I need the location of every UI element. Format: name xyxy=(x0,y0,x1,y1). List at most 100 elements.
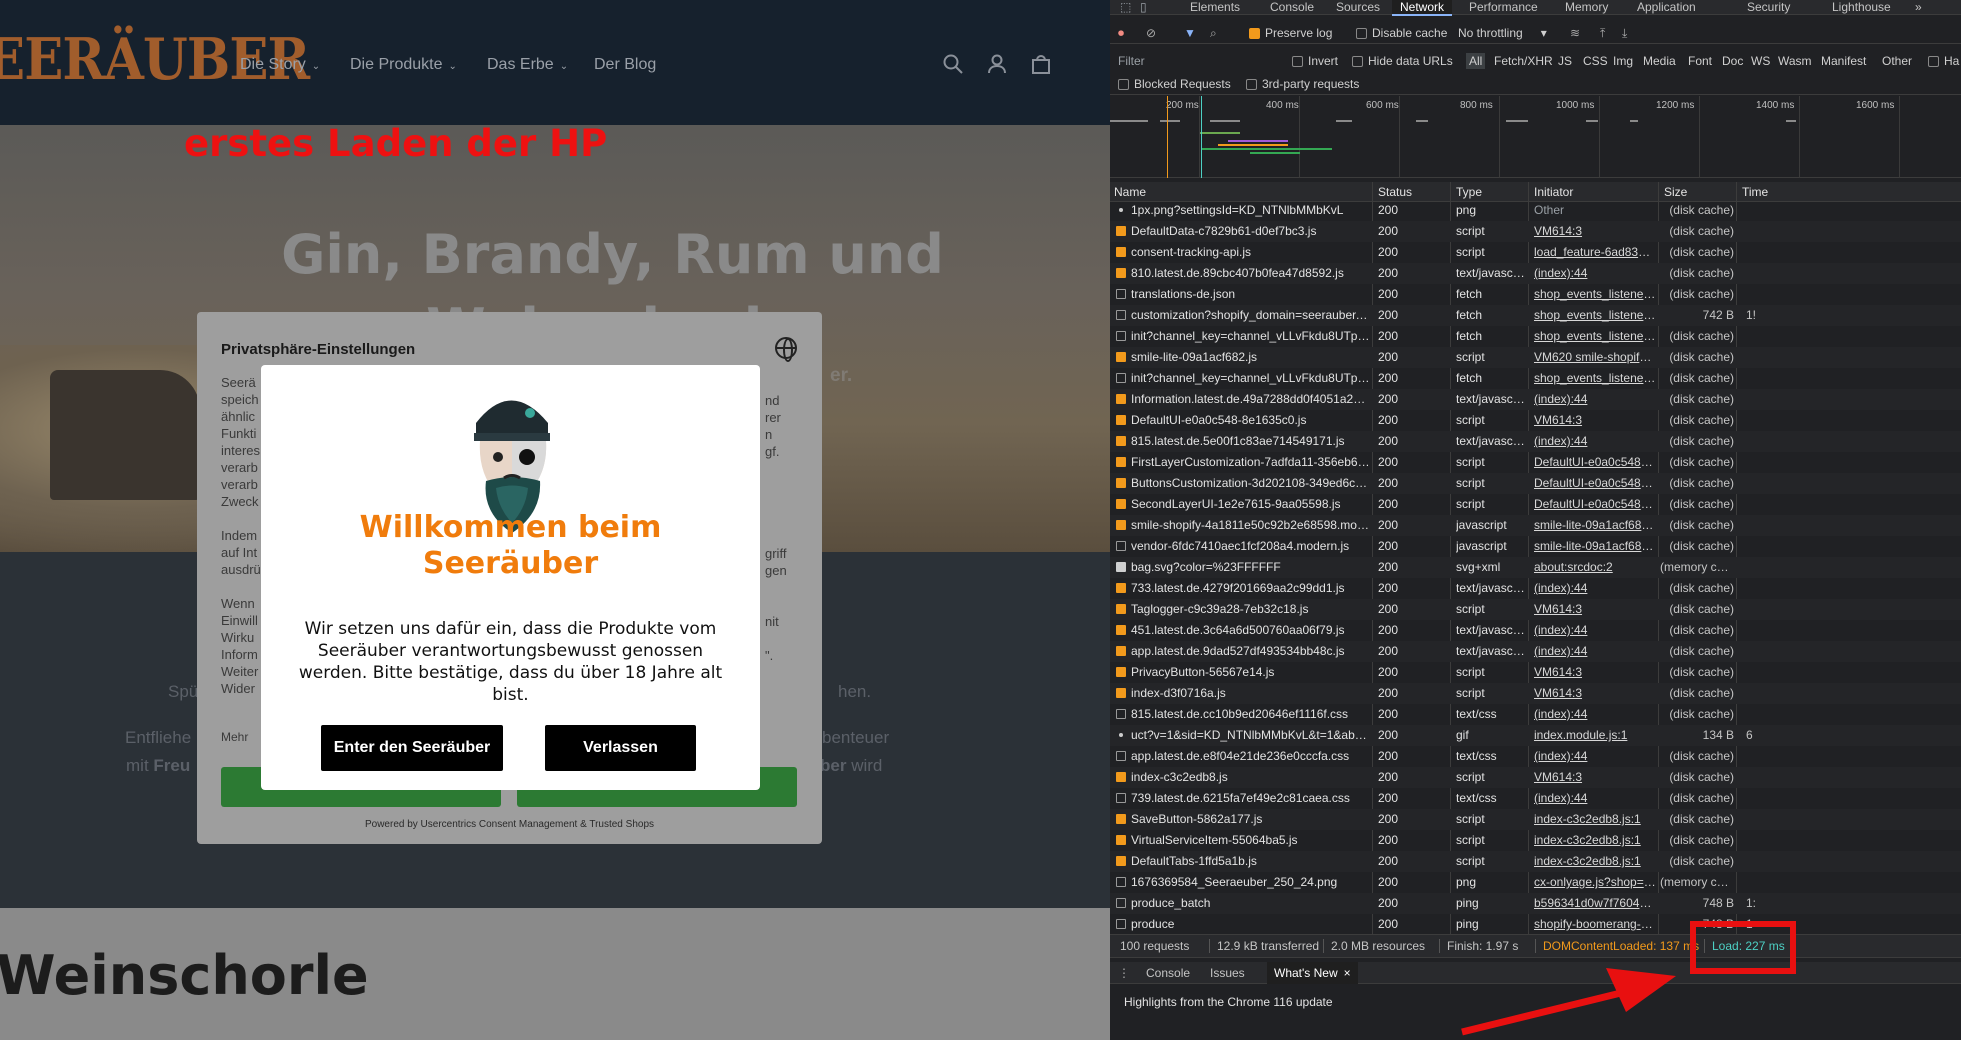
network-request-row[interactable]: consent-tracking-api.js 200 script load_fea… xyxy=(1110,242,1961,263)
type-filter-wasm[interactable]: Wasm xyxy=(1778,50,1812,72)
network-request-row[interactable]: DefaultData-c7829b61-d0ef7bc3.js 200 scrip… xyxy=(1110,221,1961,242)
column-name[interactable]: Name xyxy=(1114,185,1146,199)
preserve-log-checkbox[interactable]: Preserve log xyxy=(1249,22,1332,44)
network-request-row[interactable]: 1px.png?settingsId=KD_NTNlbMMbKvL 200 png O… xyxy=(1110,202,1961,221)
network-request-row[interactable]: app.latest.de.9dad527df493534bb48c.js 200… xyxy=(1110,641,1961,662)
request-initiator[interactable]: shop_events_listener-65c... xyxy=(1534,284,1656,305)
request-initiator[interactable]: b596341d0w7f760444pf8... xyxy=(1534,893,1656,914)
network-request-row[interactable]: Information.latest.de.49a7288dd0f4051a2d… xyxy=(1110,389,1961,410)
import-har-icon[interactable]: ⤒ xyxy=(1600,22,1605,44)
request-initiator[interactable]: DefaultUI-e0a0c548-8e16... xyxy=(1534,494,1656,515)
network-request-row[interactable]: ButtonsCustomization-3d202108-349ed6cf.j… xyxy=(1110,473,1961,494)
hide-data-urls-checkbox[interactable]: Hide data URLs xyxy=(1352,50,1453,72)
network-request-row[interactable]: vendor-6fdc7410aec1fcf208a4.modern.js 200… xyxy=(1110,536,1961,557)
device-toggle-icon[interactable]: ▯ xyxy=(1140,0,1147,14)
request-initiator[interactable]: smile-lite-09a1acf682.js:1 xyxy=(1534,515,1656,536)
filter-icon[interactable]: ▼ xyxy=(1184,22,1196,44)
tab-sources[interactable]: Sources xyxy=(1336,0,1380,14)
network-request-row[interactable]: uct?v=1&sid=KD_NTNlbMMbKvL&t=1&abv=&r=ht… xyxy=(1110,725,1961,746)
type-filter-css[interactable]: CSS xyxy=(1583,50,1608,72)
type-filter-font[interactable]: Font xyxy=(1688,50,1712,72)
inspect-icon[interactable]: ⬚ xyxy=(1120,0,1131,14)
network-request-row[interactable]: init?channel_key=channel_vLLvFkdu8UTppX4… xyxy=(1110,326,1961,347)
disable-cache-checkbox[interactable]: Disable cache xyxy=(1356,22,1447,44)
type-filter-other[interactable]: Other xyxy=(1882,50,1912,72)
third-party-checkbox[interactable]: 3rd-party requests xyxy=(1246,73,1359,95)
request-initiator[interactable]: shop_events_listener-65c... xyxy=(1534,368,1656,389)
search-icon[interactable]: ⌕ xyxy=(1210,22,1217,44)
network-request-row[interactable]: FirstLayerCustomization-7adfda11-356eb62… xyxy=(1110,452,1961,473)
request-initiator[interactable]: (index):44 xyxy=(1534,389,1656,410)
tab-performance[interactable]: Performance xyxy=(1469,0,1538,14)
filter-input[interactable]: Filter xyxy=(1118,50,1145,72)
request-initiator[interactable]: (index):44 xyxy=(1534,704,1656,725)
network-request-row[interactable]: smile-shopify-4a1811e50c92b2e68598.moder… xyxy=(1110,515,1961,536)
export-har-icon[interactable]: ⤓ xyxy=(1622,22,1627,44)
network-request-row[interactable]: 733.latest.de.4279f201669aa2c99dd1.js 200… xyxy=(1110,578,1961,599)
type-filter-media[interactable]: Media xyxy=(1643,50,1676,72)
request-initiator[interactable]: shopify-boomerang-1.0.0.... xyxy=(1534,914,1656,934)
leave-button[interactable]: Verlassen xyxy=(545,725,696,771)
request-initiator[interactable]: smile-lite-09a1acf682.js:1 xyxy=(1534,536,1656,557)
request-initiator[interactable]: index.module.js:1 xyxy=(1534,725,1656,746)
throttling-select[interactable]: No throttling ▾ xyxy=(1458,22,1547,44)
request-initiator[interactable]: DefaultUI-e0a0c548-8e16... xyxy=(1534,473,1656,494)
clear-icon[interactable]: ⊘ xyxy=(1146,22,1156,44)
nav-item-blog[interactable]: Der Blog xyxy=(594,56,656,74)
network-request-row[interactable]: init?channel_key=channel_vLLvFkdu8UTppX4… xyxy=(1110,368,1961,389)
nav-item-erbe[interactable]: Das Erbe ⌄ xyxy=(487,56,568,74)
network-request-row[interactable]: app.latest.de.e8f04e21de236e0cccfa.css 20… xyxy=(1110,746,1961,767)
request-initiator[interactable]: load_feature-6ad832d....js:1 xyxy=(1534,242,1656,263)
blocked-requests-checkbox[interactable]: Blocked Requests xyxy=(1118,73,1231,95)
network-request-row[interactable]: bag.svg?color=%23FFFFFF 200 svg+xml about:s… xyxy=(1110,557,1961,578)
request-initiator[interactable]: (index):44 xyxy=(1534,263,1656,284)
network-request-row[interactable]: DefaultTabs-1ffd5a1b.js 200 script index-c3… xyxy=(1110,851,1961,872)
request-initiator[interactable]: about:srcdoc:2 xyxy=(1534,557,1656,578)
request-initiator[interactable]: VM614:3 xyxy=(1534,599,1656,620)
request-initiator[interactable]: (index):44 xyxy=(1534,788,1656,809)
type-filter-js[interactable]: JS xyxy=(1558,50,1572,72)
network-request-row[interactable]: Taglogger-c9c39a28-7eb32c18.js 200 script V… xyxy=(1110,599,1961,620)
enter-button[interactable]: Enter den Seeräuber xyxy=(321,725,503,771)
network-request-row[interactable]: PrivacyButton-56567e14.js 200 script VM614:… xyxy=(1110,662,1961,683)
network-conditions-icon[interactable]: ≋ xyxy=(1570,22,1580,44)
network-request-row[interactable]: produce 200 ping shopify-boomerang-1.0.0...… xyxy=(1110,914,1961,934)
request-initiator[interactable]: shop_events_listener-65c... xyxy=(1534,326,1656,347)
type-filter-all[interactable]: All xyxy=(1466,53,1486,69)
type-filter-doc[interactable]: Doc xyxy=(1722,50,1743,72)
request-initiator[interactable]: VM614:3 xyxy=(1534,410,1656,431)
type-filter-ws[interactable]: WS xyxy=(1751,50,1770,72)
network-request-row[interactable]: smile-lite-09a1acf682.js 200 script VM620 s… xyxy=(1110,347,1961,368)
has-blocked-cookies-checkbox[interactable]: Ha xyxy=(1928,50,1959,72)
drawer-menu-icon[interactable]: ⋮ xyxy=(1118,962,1130,984)
request-initiator[interactable]: DefaultUI-e0a0c548-8e16... xyxy=(1534,452,1656,473)
request-initiator[interactable]: (index):44 xyxy=(1534,641,1656,662)
nav-item-story[interactable]: Die Story ⌄ xyxy=(240,56,320,74)
column-initiator[interactable]: Initiator xyxy=(1534,185,1573,199)
drawer-tab-console[interactable]: Console xyxy=(1146,962,1190,984)
network-request-row[interactable]: index-c3c2edb8.js 200 script VM614:3 (disk c… xyxy=(1110,767,1961,788)
network-request-row[interactable]: VirtualServiceItem-55064ba5.js 200 script i… xyxy=(1110,830,1961,851)
cart-icon[interactable] xyxy=(1030,53,1052,75)
request-initiator[interactable]: (index):44 xyxy=(1534,746,1656,767)
column-size[interactable]: Size xyxy=(1664,185,1687,199)
column-type[interactable]: Type xyxy=(1456,185,1482,199)
request-initiator[interactable]: (index):44 xyxy=(1534,431,1656,452)
network-request-row[interactable]: 815.latest.de.cc10b9ed20646ef1116f.css 20… xyxy=(1110,704,1961,725)
type-filter-img[interactable]: Img xyxy=(1613,50,1633,72)
request-initiator[interactable]: VM614:3 xyxy=(1534,221,1656,242)
tab-security[interactable]: Security xyxy=(1747,0,1790,14)
type-filter-manifest[interactable]: Manifest xyxy=(1821,50,1866,72)
request-initiator[interactable]: shop_events_listener-65c... xyxy=(1534,305,1656,326)
account-icon[interactable] xyxy=(986,53,1008,75)
network-request-row[interactable]: SaveButton-5862a177.js 200 script index-c3c… xyxy=(1110,809,1961,830)
network-request-row[interactable]: 810.latest.de.89cbc407b0fea47d8592.js 200… xyxy=(1110,263,1961,284)
nav-item-produkte[interactable]: Die Produkte ⌄ xyxy=(350,56,457,74)
more-tabs-icon[interactable]: » xyxy=(1915,0,1922,14)
request-initiator[interactable]: VM614:3 xyxy=(1534,662,1656,683)
tab-console[interactable]: Console xyxy=(1270,0,1314,14)
column-time[interactable]: Time xyxy=(1742,185,1768,199)
drawer-tab-issues[interactable]: Issues xyxy=(1210,962,1245,984)
tab-elements[interactable]: Elements xyxy=(1190,0,1240,14)
request-initiator[interactable]: (index):44 xyxy=(1534,578,1656,599)
